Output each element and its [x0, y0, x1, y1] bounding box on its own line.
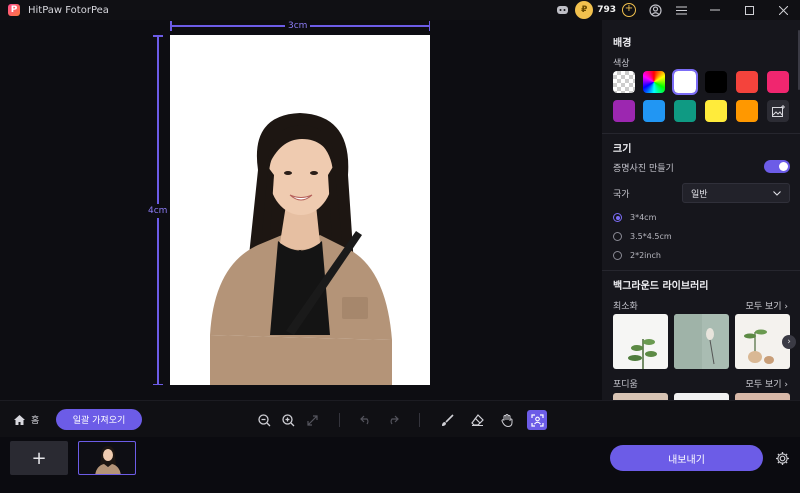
zoom-out-icon[interactable] [254, 410, 274, 430]
chevron-down-icon [773, 190, 781, 196]
filmstrip: + 내보내기 [0, 437, 800, 493]
see-all-podium-link[interactable]: 모두 보기 › [746, 377, 788, 390]
batch-import-button[interactable]: 일괄 가져오기 [56, 409, 142, 430]
size-section-title: 크기 [613, 144, 632, 155]
chevron-right-icon[interactable]: › [782, 335, 796, 349]
size-option-35x45[interactable]: 3.5*4.5cm [613, 232, 672, 241]
undo-icon[interactable] [356, 410, 376, 430]
size-option-3x4[interactable]: 3*4cm [613, 213, 656, 222]
divider [602, 270, 800, 271]
zoom-in-icon[interactable] [278, 410, 298, 430]
background-thumb-podium-3[interactable] [735, 393, 790, 400]
podium-category-label: 포디움 [613, 380, 638, 390]
export-button[interactable]: 내보내기 [610, 445, 763, 471]
radio-selected-icon [613, 213, 622, 222]
brush-icon[interactable] [437, 410, 457, 430]
size-option-2x2inch[interactable]: 2*2inch [613, 251, 661, 260]
swatch-teal[interactable] [674, 100, 696, 122]
fit-screen-icon[interactable] [302, 410, 322, 430]
swatch-orange[interactable] [736, 100, 758, 122]
swatch-transparent[interactable] [613, 71, 635, 93]
size-option-label: 3.5*4.5cm [630, 232, 672, 241]
divider [602, 133, 800, 134]
swatch-rainbow[interactable] [643, 71, 665, 93]
maximize-icon[interactable] [732, 0, 766, 20]
swatch-white[interactable] [672, 69, 698, 95]
coin-icon: ₽ [575, 1, 594, 19]
title-bar: P HitPaw FotorPea ₽ 793 + [0, 0, 800, 20]
color-label: 색상 [613, 59, 630, 69]
id-photo-toggle[interactable] [764, 160, 790, 173]
coin-balance[interactable]: ₽ 793 + [575, 1, 636, 19]
background-section-title: 배경 [613, 38, 632, 49]
app-logo-icon: P [8, 4, 20, 16]
country-select-value: 일반 [691, 189, 708, 200]
background-thumb-podium-1[interactable] [613, 393, 668, 400]
toolbar-separator [419, 413, 420, 427]
swatch-pink[interactable] [767, 71, 789, 93]
minimal-category-label: 최소화 [613, 302, 638, 312]
menu-icon[interactable] [664, 0, 698, 20]
swatch-black[interactable] [705, 71, 727, 93]
minimize-icon[interactable] [698, 0, 732, 20]
add-image-button[interactable]: + [10, 441, 68, 475]
hand-icon[interactable] [497, 410, 517, 430]
background-thumb-plant-white[interactable] [613, 314, 668, 369]
close-icon[interactable] [766, 0, 800, 20]
image-upload-icon [771, 105, 785, 117]
home-label: 홈 [31, 416, 40, 426]
swatch-red[interactable] [736, 71, 758, 93]
home-button[interactable]: 홈 [14, 413, 39, 426]
settings-panel: 배경 색상 크기 증명사진 만들기 국가 일반 3*4cm 3.5*4.5cm … [602, 20, 800, 400]
size-option-label: 3*4cm [630, 213, 657, 222]
country-label: 국가 [613, 190, 630, 200]
id-photo-label: 증명사진 만들기 [613, 164, 674, 174]
discord-icon[interactable] [553, 1, 571, 19]
upload-image-button[interactable] [767, 100, 789, 122]
see-all-minimal-link[interactable]: 모두 보기 › [746, 299, 788, 312]
background-thumb-podium-2[interactable] [674, 393, 729, 400]
swatch-yellow[interactable] [705, 100, 727, 122]
swatch-purple[interactable] [613, 100, 635, 122]
radio-icon [613, 251, 622, 260]
country-select[interactable]: 일반 [682, 183, 790, 203]
width-dimension-label: 3cm [285, 21, 311, 31]
home-icon [14, 414, 25, 425]
height-dimension-label: 4cm [148, 204, 168, 218]
size-option-label: 2*2inch [630, 251, 661, 260]
app-title: HitPaw FotorPea [28, 4, 109, 16]
coin-count: 793 [597, 5, 616, 15]
portrait-select-icon[interactable] [527, 410, 547, 430]
filmstrip-thumb-selected[interactable] [78, 441, 136, 475]
filmstrip-portrait-image [95, 446, 121, 474]
toolbar-separator [339, 413, 340, 427]
radio-icon [613, 232, 622, 241]
redo-icon[interactable] [383, 410, 403, 430]
bottom-toolbar: 홈 일괄 가져오기 [0, 400, 800, 437]
library-section-title: 백그라운드 라이브러리 [613, 281, 709, 292]
portrait-image [170, 35, 430, 385]
canvas-area[interactable]: 3cm 4cm [0, 20, 602, 400]
gear-icon[interactable] [772, 448, 792, 468]
id-photo-preview[interactable] [170, 35, 430, 385]
background-thumb-green-wall[interactable] [674, 314, 729, 369]
eraser-icon[interactable] [467, 410, 487, 430]
add-coins-icon[interactable]: + [622, 3, 636, 17]
swatch-blue[interactable] [643, 100, 665, 122]
account-icon[interactable] [646, 1, 664, 19]
